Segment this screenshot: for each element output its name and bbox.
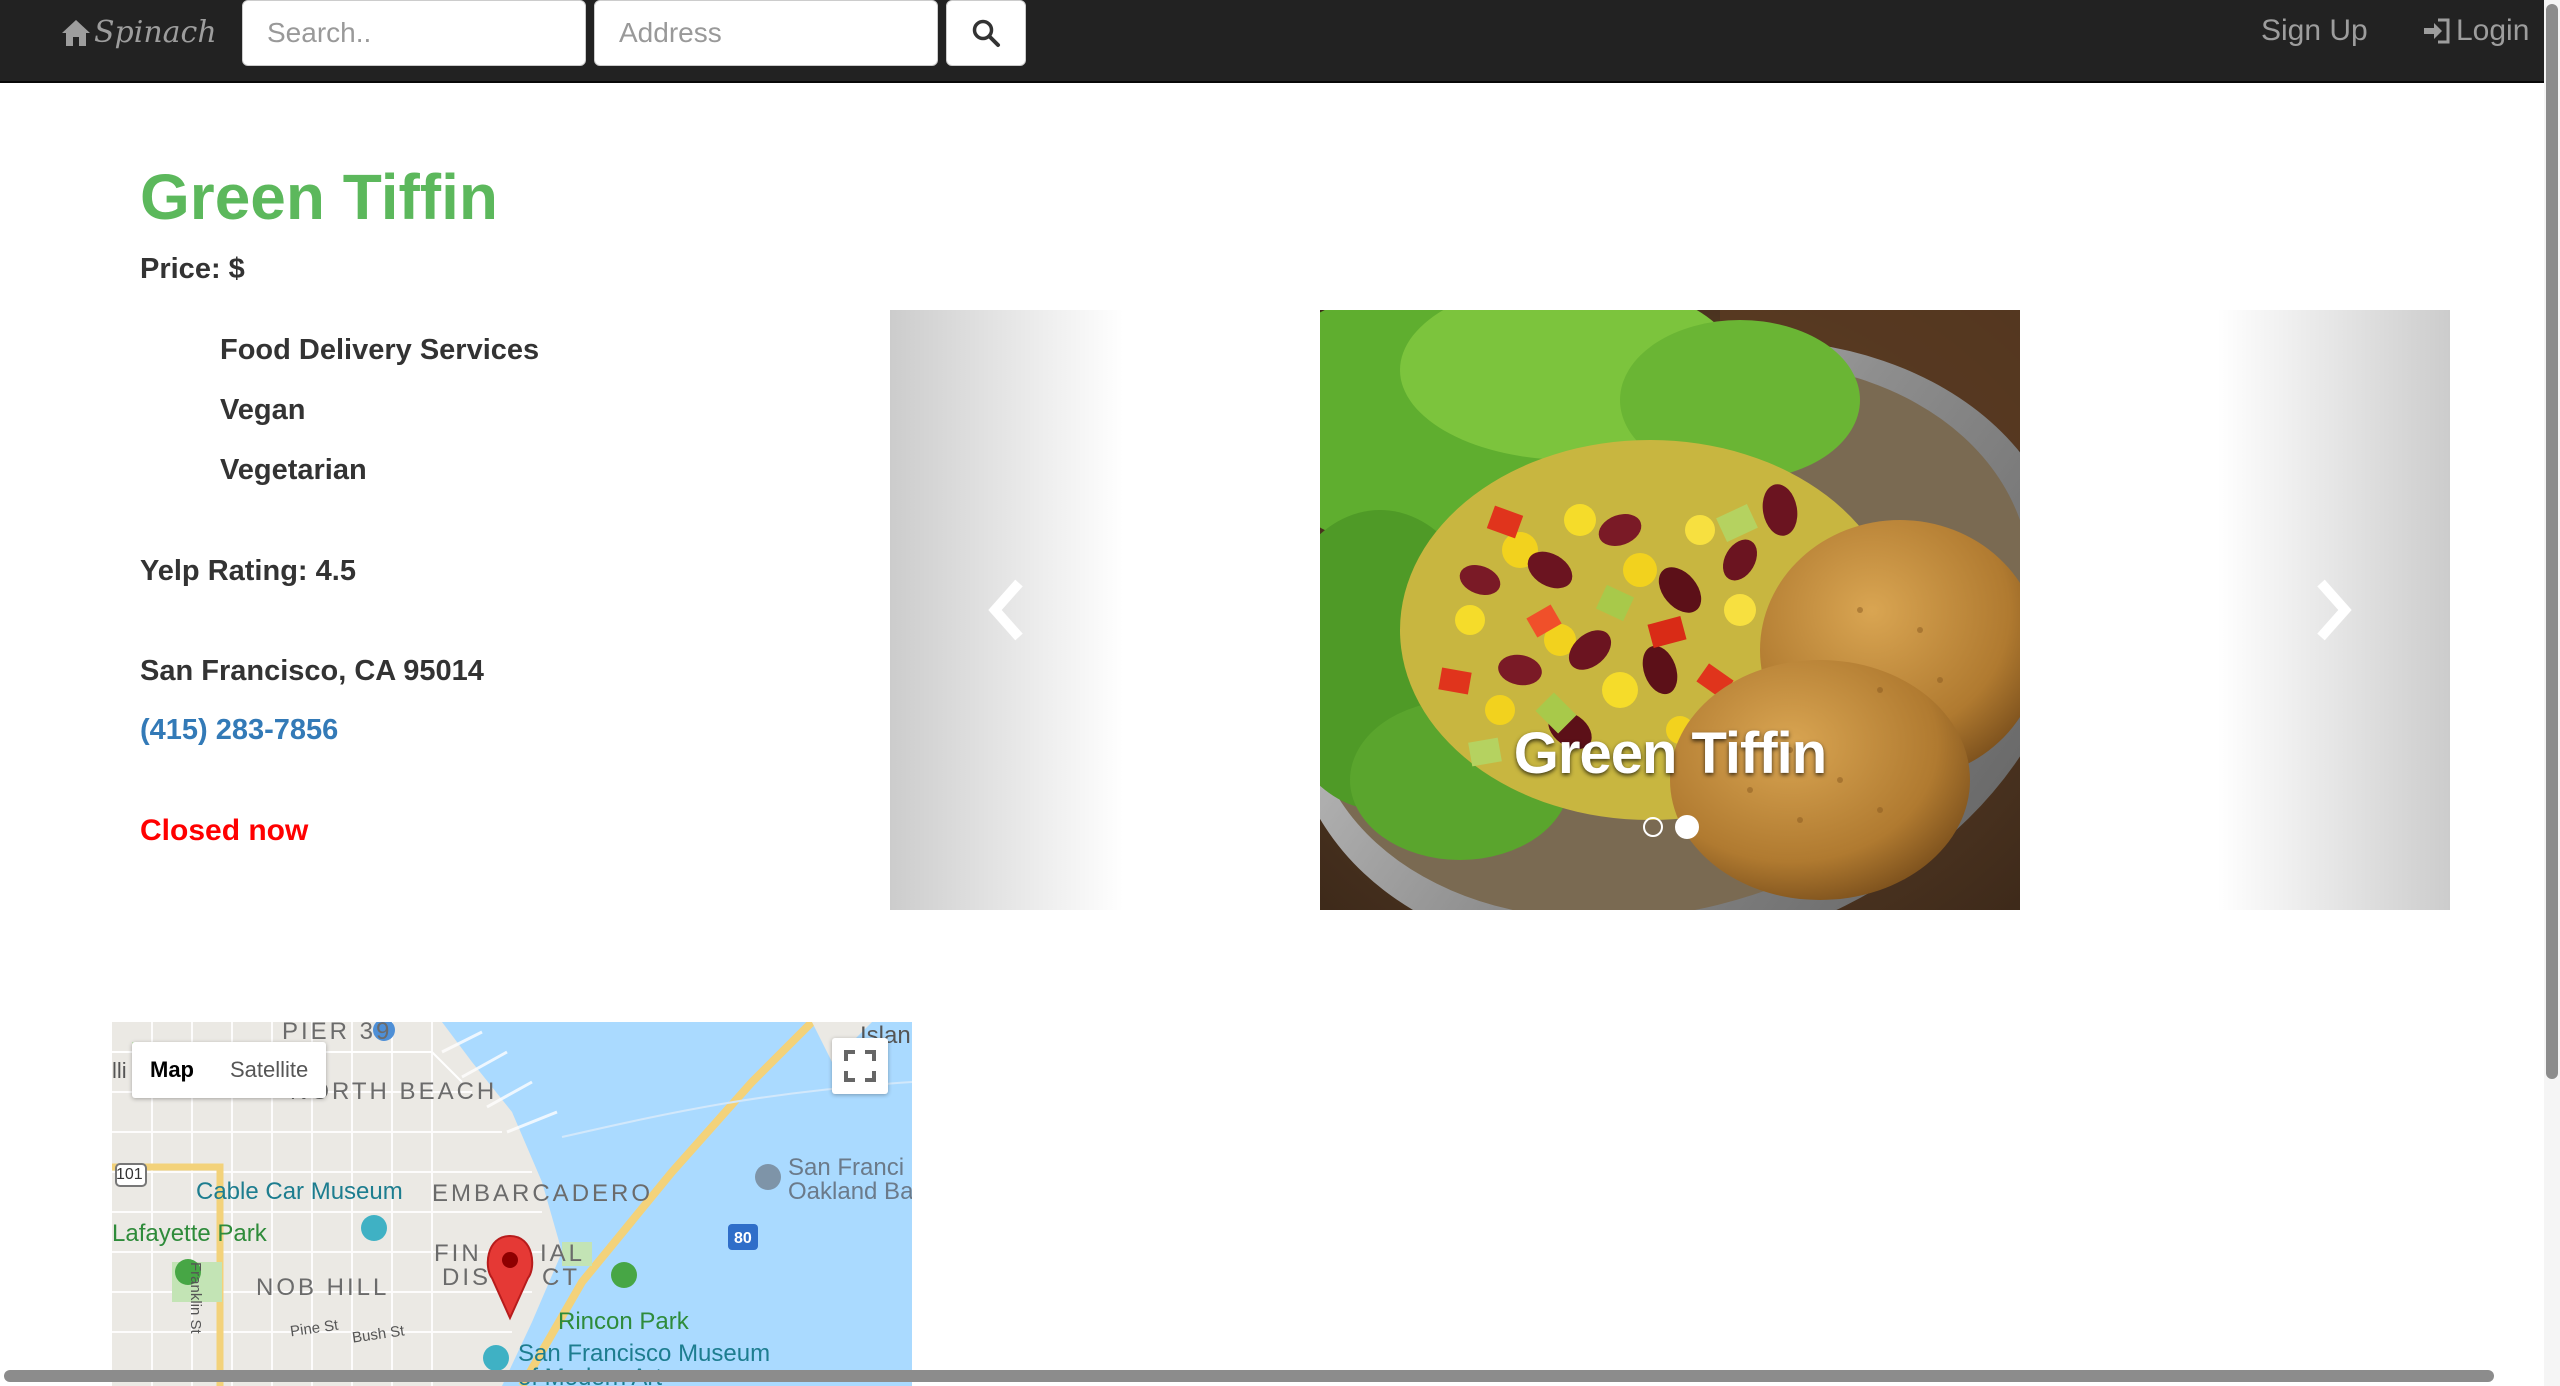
vertical-scrollbar[interactable]: [2544, 0, 2560, 1386]
map-label-edge-left: lli: [112, 1058, 127, 1083]
map-label-highway-101: 101: [116, 1166, 143, 1183]
map-label-district-1: DIS: [442, 1264, 492, 1291]
category-item: Food Delivery Services: [220, 334, 540, 366]
chevron-right-icon: [2317, 579, 2352, 641]
carousel-indicator-2[interactable]: [1675, 815, 1699, 839]
search-button[interactable]: [946, 0, 1026, 66]
map-label-district-2: CT: [542, 1264, 580, 1291]
home-icon: [62, 19, 90, 46]
map-label-bay-bridge-2: Oakland Ba: [788, 1178, 912, 1205]
search-input[interactable]: [242, 0, 586, 66]
brand-link[interactable]: Spinach: [60, 10, 217, 55]
map-type-map-button[interactable]: Map: [132, 1042, 212, 1098]
business-name: Green Tiffin: [140, 161, 498, 233]
map-label-highway-80: 80: [734, 1230, 752, 1247]
carousel-indicators: [1643, 815, 1711, 839]
carousel-next-button[interactable]: [2216, 310, 2450, 910]
address-input[interactable]: [594, 0, 938, 66]
photo-carousel: Green Tiffin: [890, 310, 2450, 910]
map-label-lafayette-park: Lafayette Park: [112, 1220, 267, 1247]
yelp-rating: Yelp Rating: 4.5: [140, 555, 356, 587]
price-level: Price: $: [140, 253, 245, 285]
signup-link[interactable]: Sign Up: [2261, 14, 2368, 48]
carousel-caption: Green Tiffin: [1513, 721, 1827, 786]
category-item: Vegetarian: [220, 454, 367, 486]
business-location: San Francisco, CA 95014: [140, 655, 484, 687]
carousel-prev-button[interactable]: [890, 310, 1124, 910]
brand-name: Spinach: [94, 15, 217, 50]
search-icon: [972, 19, 1000, 47]
phone-link[interactable]: (415) 283-7856: [140, 714, 338, 747]
category-item: Vegan: [220, 394, 306, 426]
login-label: Login: [2456, 14, 2530, 47]
map-widget[interactable]: PIER 39 NORTH BEACH Cable Car Museum EMB…: [112, 1022, 912, 1386]
map-label-nob-hill: NOB HILL: [256, 1274, 390, 1301]
map-label-embarcadero: EMBARCADERO: [432, 1180, 654, 1207]
fullscreen-icon: [844, 1050, 876, 1082]
carousel-indicator-1[interactable]: [1643, 817, 1663, 837]
vertical-scrollbar-thumb[interactable]: [2546, 4, 2558, 1079]
navbar: Spinach Sign Up Login: [0, 0, 2544, 83]
chevron-left-icon: [988, 579, 1023, 641]
map-fullscreen-button[interactable]: [832, 1038, 888, 1094]
horizontal-scrollbar[interactable]: [0, 1366, 2544, 1386]
map-type-control: Map Satellite: [132, 1042, 327, 1098]
map-label-cable-car-museum: Cable Car Museum: [196, 1178, 403, 1205]
open-status: Closed now: [140, 814, 309, 847]
login-link[interactable]: Login: [2420, 14, 2529, 48]
login-icon: [2424, 18, 2450, 44]
horizontal-scrollbar-thumb[interactable]: [4, 1370, 2494, 1382]
category-list: Food Delivery Services Vegan Vegetarian: [220, 333, 539, 513]
map-label-rincon-park: Rincon Park: [558, 1308, 689, 1335]
map-label-franklin-st: Franklin St: [187, 1262, 204, 1334]
map-type-satellite-button[interactable]: Satellite: [212, 1042, 326, 1098]
